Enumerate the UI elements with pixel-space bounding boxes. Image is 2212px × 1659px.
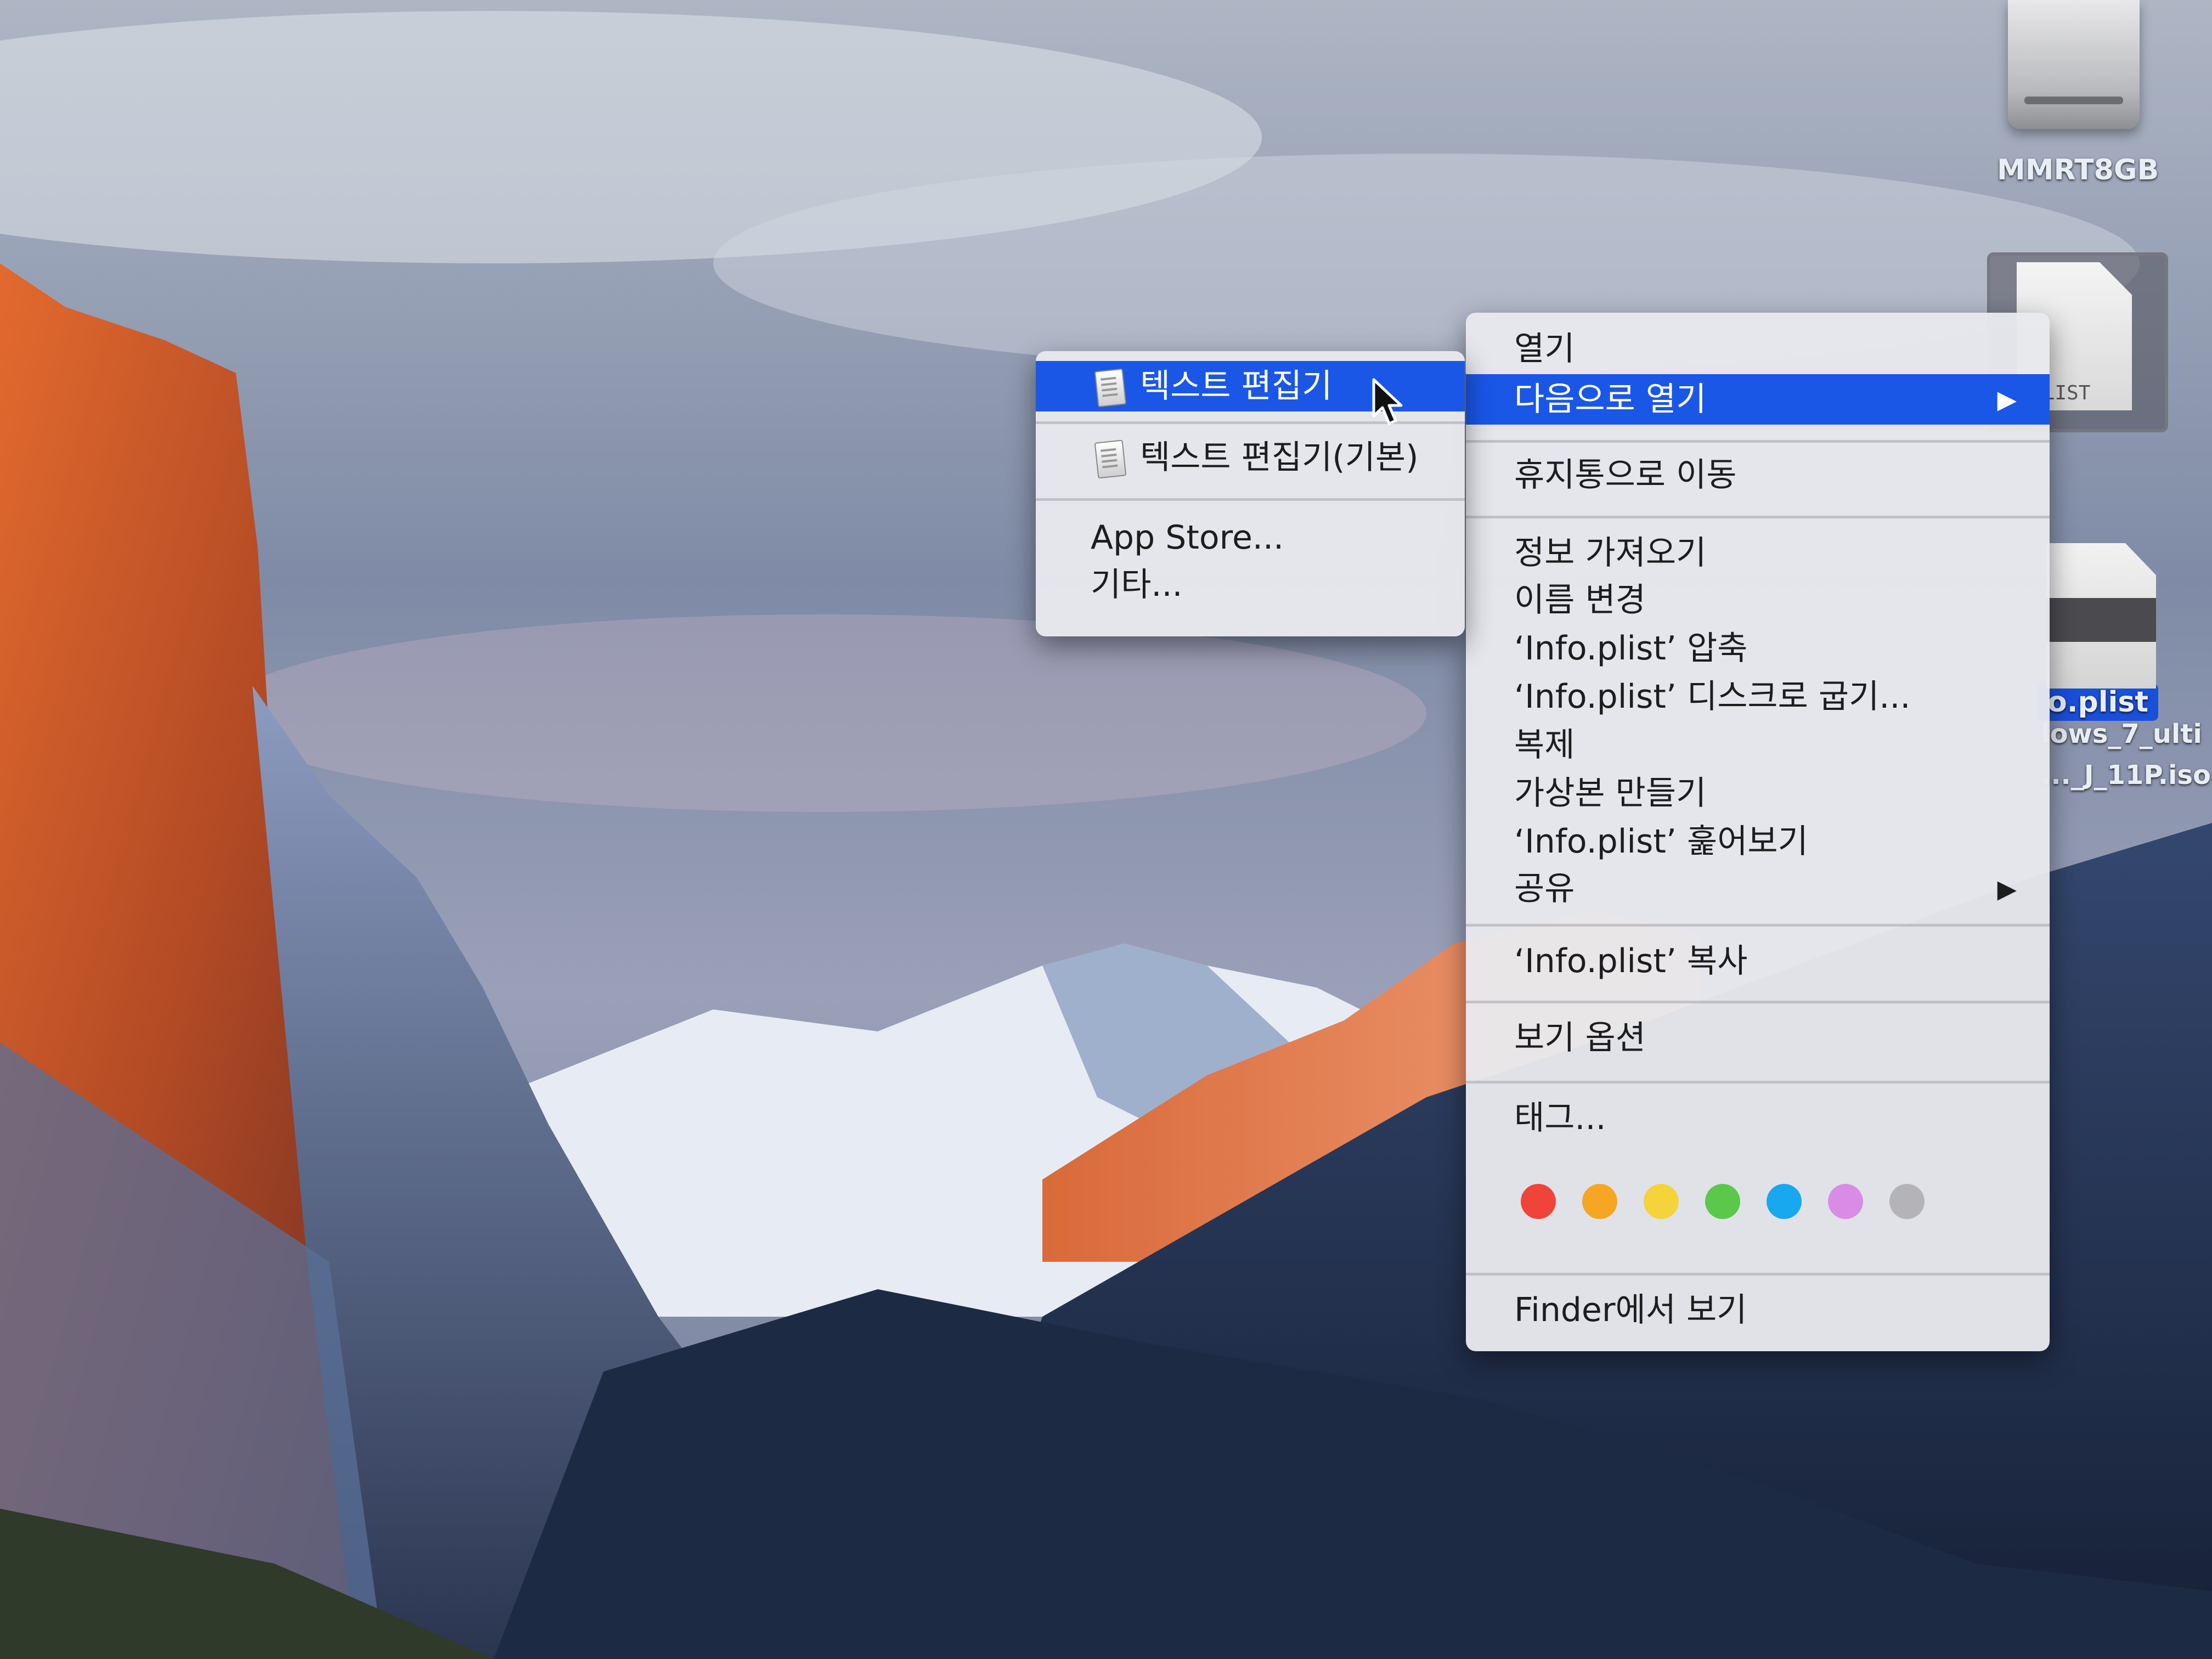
desktop-icon-drive[interactable]: MMRT8GB [1997, 0, 2159, 208]
menu-separator [1466, 924, 2050, 927]
iso-label-line1: lows_7_ulti [2041, 719, 2202, 749]
menu-item-share-label: 공유 [1514, 870, 1575, 908]
submenu-item-textedit-label: 텍스트 편집기 [1140, 367, 1333, 405]
tag-purple-icon[interactable] [1828, 1184, 1863, 1219]
menu-item-reveal-in-finder[interactable]: Finder에서 보기 [1466, 1285, 2050, 1335]
drive-slot [2024, 97, 2123, 104]
submenu-item-other[interactable]: 기타... [1036, 560, 1465, 610]
menu-item-copy[interactable]: ‘Info.plist’ 복사 [1466, 936, 2050, 986]
context-menu: 열기 다음으로 열기 ▶ 휴지통으로 이동 정보 가져오기 이름 변경 ‘Inf… [1466, 313, 2050, 1351]
tag-yellow-icon[interactable] [1644, 1184, 1679, 1219]
tag-blue-icon[interactable] [1767, 1184, 1802, 1219]
menu-separator [1466, 440, 2050, 443]
submenu-item-textedit-default-label: 텍스트 편집기(기본) [1140, 438, 1419, 477]
tag-green-icon[interactable] [1705, 1184, 1740, 1219]
menu-item-tags[interactable]: 태그... [1466, 1093, 2050, 1143]
menu-item-get-info[interactable]: 정보 가져오기 [1466, 528, 2050, 578]
submenu-arrow-icon: ▶ [1997, 874, 2017, 904]
iso-label-line2: ..._J_11P.iso [2041, 760, 2211, 791]
drive-label: MMRT8GB [1997, 154, 2159, 187]
menu-separator [1466, 1081, 2050, 1084]
external-drive-icon [2008, 0, 2140, 129]
menu-separator [1036, 498, 1465, 501]
textedit-icon [1094, 439, 1127, 479]
menu-item-duplicate[interactable]: 복제 [1466, 720, 2050, 770]
menu-separator [1466, 516, 2050, 518]
menu-item-make-alias[interactable]: 가상본 만들기 [1466, 768, 2050, 819]
menu-item-open-with[interactable]: 다음으로 열기 ▶ [1466, 374, 2050, 425]
mouse-pointer-icon [1372, 378, 1403, 425]
submenu-item-app-store[interactable]: App Store... [1036, 512, 1465, 563]
textedit-icon [1094, 368, 1127, 408]
submenu-item-textedit-default[interactable]: 텍스트 편집기(기본) [1036, 432, 1465, 483]
menu-item-open-with-label: 다음으로 열기 [1514, 380, 1707, 419]
menu-item-burn-to-disc[interactable]: ‘Info.plist’ 디스크로 굽기... [1466, 672, 2050, 722]
tag-gray-icon[interactable] [1889, 1184, 1925, 1219]
tag-orange-icon[interactable] [1582, 1184, 1617, 1219]
submenu-arrow-icon: ▶ [1997, 385, 2017, 414]
iso-document-band [2046, 598, 2156, 642]
menu-item-rename[interactable]: 이름 변경 [1466, 575, 2050, 625]
menu-item-show-view-options[interactable]: 보기 옵션 [1466, 1013, 2050, 1063]
menu-item-compress[interactable]: ‘Info.plist’ 압축 [1466, 623, 2050, 674]
desktop-icon-iso[interactable]: lows_7_ulti ..._J_11P.iso [2030, 543, 2212, 828]
menu-item-open[interactable]: 열기 [1466, 324, 2050, 374]
tag-red-icon[interactable] [1521, 1184, 1556, 1219]
menu-separator [1466, 1001, 2050, 1003]
menu-item-move-to-trash[interactable]: 휴지통으로 이동 [1466, 450, 2050, 500]
menu-item-share[interactable]: 공유 ▶ [1466, 864, 2050, 914]
menu-item-quick-look[interactable]: ‘Info.plist’ 훑어보기 [1466, 816, 2050, 867]
menu-separator [1466, 1273, 2050, 1276]
